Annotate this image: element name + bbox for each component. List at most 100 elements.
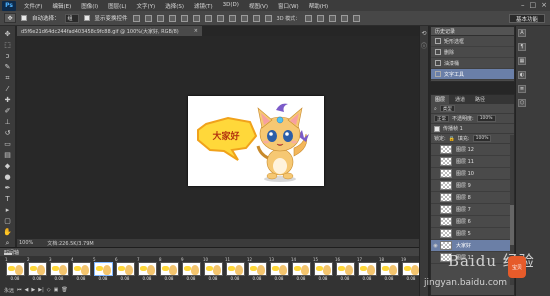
layers-tab[interactable]: 图层 (431, 95, 450, 104)
maximize-icon[interactable]: □ (530, 1, 537, 9)
frame-thumbnail[interactable] (71, 262, 91, 276)
timeline-frame[interactable]: 11 0.08 (225, 258, 245, 282)
frame-delay[interactable]: 0.08 (341, 276, 350, 282)
timeline-frame[interactable]: 15 0.08 (313, 258, 333, 282)
layers-tab[interactable]: 路径 (471, 95, 489, 104)
auto-select-checkbox[interactable] (21, 15, 27, 21)
frame-thumbnail[interactable] (5, 262, 25, 276)
loop-dropdown[interactable]: 永远 (4, 287, 14, 294)
align-top-icon[interactable] (132, 14, 140, 22)
frame-thumbnail[interactable] (291, 262, 311, 276)
frame-delay[interactable]: 0.08 (165, 276, 174, 282)
frame-thumbnail[interactable] (137, 262, 157, 276)
menu-item[interactable]: 选择(S) (160, 2, 189, 10)
blend-mode-dropdown[interactable]: 正常 (434, 115, 449, 122)
auto-select-dropdown[interactable]: 组 (64, 13, 79, 23)
slide-3d-icon[interactable] (341, 14, 349, 22)
frame-delay[interactable]: 0.08 (275, 276, 284, 282)
align-left-icon[interactable] (168, 14, 176, 22)
frame-delay[interactable]: 0.08 (407, 276, 416, 282)
frame-delay[interactable]: 0.08 (33, 276, 42, 282)
menu-item[interactable]: 文件(F) (19, 2, 47, 10)
history-item[interactable]: 油漆桶 (431, 58, 514, 69)
menu-item[interactable]: 帮助(H) (304, 2, 333, 10)
play-icon[interactable]: ▶ (31, 287, 35, 294)
timeline-frame[interactable]: 9 0.08 (181, 258, 201, 282)
frame-thumbnail[interactable] (269, 262, 289, 276)
hand-tool-icon[interactable]: ✋ (2, 228, 13, 237)
roll-3d-icon[interactable] (317, 14, 325, 22)
dodge-tool-icon[interactable]: ● (2, 173, 13, 182)
history-brush-tool-icon[interactable]: ↺ (2, 129, 13, 138)
layer-row[interactable]: 图层 12 (431, 144, 514, 156)
frame-thumbnail[interactable] (181, 262, 201, 276)
menu-item[interactable]: 3D(D) (218, 2, 244, 10)
timeline-frame[interactable]: 12 0.08 (247, 258, 267, 282)
frame-thumbnail[interactable] (247, 262, 267, 276)
blur-tool-icon[interactable]: ◆ (2, 162, 13, 171)
frame-thumbnail[interactable] (335, 262, 355, 276)
timeline-frame[interactable]: 19 0.08 (401, 258, 421, 282)
timeline-frame[interactable]: 2 0.08 (27, 258, 47, 282)
dock-panel-button[interactable]: A (516, 26, 550, 40)
distribute-center-icon[interactable] (252, 14, 260, 22)
layer-row[interactable]: 图层 8 (431, 192, 514, 204)
first-frame-icon[interactable]: ⏮ (17, 287, 22, 294)
gradient-tool-icon[interactable]: ▤ (2, 151, 13, 160)
move-tool-icon[interactable]: ✥ (2, 30, 13, 39)
frame-delay[interactable]: 0.08 (187, 276, 196, 282)
frame-delay[interactable]: 0.08 (99, 276, 108, 282)
show-transform-checkbox[interactable] (83, 15, 90, 21)
frame-thumbnail[interactable] (115, 262, 135, 276)
align-bottom-icon[interactable] (156, 14, 164, 22)
timeline-frame[interactable]: 13 0.08 (269, 258, 289, 282)
path-select-tool-icon[interactable]: ▸ (2, 206, 13, 215)
menu-item[interactable]: 滤镜(T) (189, 2, 218, 10)
layer-row[interactable]: 图层 10 (431, 168, 514, 180)
quick-select-tool-icon[interactable]: ✎ (2, 63, 13, 72)
menu-item[interactable]: 视图(V) (244, 2, 273, 10)
layer-row[interactable]: 图层 7 (431, 204, 514, 216)
marquee-tool-icon[interactable]: ⬚ (2, 41, 13, 50)
menu-item[interactable]: 编辑(E) (47, 2, 76, 10)
propagate-checkbox[interactable] (434, 125, 440, 132)
frame-delay[interactable]: 0.08 (231, 276, 240, 282)
close-document-icon[interactable]: × (194, 28, 198, 34)
frame-thumbnail[interactable] (159, 262, 179, 276)
pen-tool-icon[interactable]: ✒ (2, 184, 13, 193)
menu-item[interactable]: 图像(I) (76, 2, 103, 10)
frame-thumbnail[interactable] (379, 262, 399, 276)
eyedropper-tool-icon[interactable]: ⁄ (2, 85, 13, 94)
timeline-frame[interactable]: 18 0.08 (379, 258, 399, 282)
distribute-top-icon[interactable] (204, 14, 212, 22)
frame-delay[interactable]: 0.08 (11, 276, 20, 282)
timeline-frame[interactable]: 1 0.08 (5, 258, 25, 282)
shape-tool-icon[interactable]: ▢ (2, 217, 13, 226)
frame-delay[interactable]: 0.08 (121, 276, 130, 282)
zoom-level[interactable]: 100% (19, 240, 33, 246)
timeline-frame[interactable]: 5 0.08 (93, 258, 113, 282)
frame-delay[interactable]: 0.08 (297, 276, 306, 282)
dock-panel-button[interactable]: ≣ (516, 82, 550, 96)
properties-panel-icon[interactable]: ⓘ (421, 41, 427, 50)
frame-delay[interactable]: 0.08 (55, 276, 64, 282)
timeline-frame[interactable]: 14 0.08 (291, 258, 311, 282)
frame-delay[interactable]: 0.08 (77, 276, 86, 282)
timeline-frame[interactable]: 17 0.08 (357, 258, 377, 282)
distribute-middle-icon[interactable] (216, 14, 224, 22)
dock-panel-button[interactable]: ◐ (516, 68, 550, 82)
frame-delay[interactable]: 0.08 (319, 276, 328, 282)
foreground-color-swatch[interactable] (3, 253, 12, 255)
close-icon[interactable]: × (541, 1, 547, 9)
timeline-frame[interactable]: 7 0.08 (137, 258, 157, 282)
eraser-tool-icon[interactable]: ▭ (2, 140, 13, 149)
layer-row[interactable]: 图层 11 (431, 156, 514, 168)
layers-tab[interactable]: 通道 (451, 95, 469, 104)
distribute-left-icon[interactable] (240, 14, 248, 22)
frame-delay[interactable]: 0.08 (253, 276, 262, 282)
timeline-frame[interactable]: 10 0.08 (203, 258, 223, 282)
duplicate-frame-icon[interactable]: ▣ (54, 287, 59, 294)
frame-thumbnail[interactable] (27, 262, 47, 276)
type-tool-icon[interactable]: T (2, 195, 13, 204)
frame-thumbnail[interactable] (225, 262, 245, 276)
